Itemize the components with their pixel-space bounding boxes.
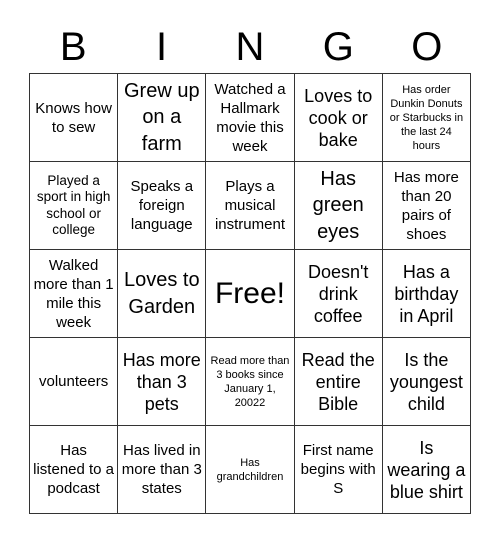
bingo-cell-text: Watched a Hallmark movie this week [214,80,286,155]
bingo-cell[interactable]: Walked more than 1 mile this week [30,250,119,338]
bingo-cell-text: Read more than 3 books since January 1, … [210,354,290,409]
bingo-cell[interactable]: Has grandchildren [206,426,295,514]
bingo-cell-text: Has more than 3 pets [122,349,201,414]
bingo-cell[interactable]: Speaks a foreign language [118,162,207,250]
bingo-cell[interactable]: Is the youngest child [382,338,471,426]
bingo-cell[interactable]: Read the entire Bible [294,338,383,426]
bingo-cell[interactable]: Has order Dunkin Donuts or Starbucks in … [382,74,471,162]
bingo-cell-text: Has order Dunkin Donuts or Starbucks in … [389,83,464,152]
bingo-cell-free[interactable]: Free! [206,250,295,338]
free-space-label: Free! [214,276,285,310]
header-letter-n: N [235,25,265,69]
bingo-cell-text: volunteers [38,373,109,390]
bingo-cell[interactable]: First name begins with S [294,426,383,514]
bingo-cell-text: Knows how to sew [35,99,112,136]
bingo-cell[interactable]: Is wearing a blue shirt [382,426,471,514]
bingo-cell-text: Walked more than 1 mile this week [33,256,114,331]
bingo-cell-text: Has a birthday in April [394,261,459,326]
bingo-cell-text: Has listened to a podcast [33,442,115,497]
bingo-cell-text: Doesn't drink coffee [307,261,369,326]
bingo-cell-text: Played a sport in high school or college [36,172,111,238]
bingo-cell[interactable]: Has more than 3 pets [118,338,207,426]
bingo-cell-text: Has green eyes [312,167,364,243]
bingo-cell-text: Read the entire Bible [301,349,375,414]
bingo-cell-text: Speaks a foreign language [130,178,194,233]
bingo-cell[interactable]: Doesn't drink coffee [294,250,383,338]
bingo-cell[interactable]: Has a birthday in April [382,250,471,338]
bingo-cell[interactable]: Has lived in more than 3 states [118,426,207,514]
bingo-cell-text: First name begins with S [300,442,376,497]
bingo-grid: Knows how to sew Grew up on a farm Watched… [29,73,471,514]
bingo-cell[interactable]: Read more than 3 books since January 1, … [206,338,295,426]
bingo-cell[interactable]: Has more than 20 pairs of shoes [382,162,471,250]
header-letter-g: G [322,25,354,69]
bingo-cell-text: Has lived in more than 3 states [121,442,202,497]
bingo-cell-text: Plays a musical instrument [214,178,285,233]
header-letter-b: B [59,25,87,69]
bingo-cell-text: Has grandchildren [216,456,284,483]
header-letter-o: O [411,25,443,69]
bingo-cell[interactable]: volunteers [30,338,119,426]
bingo-cell-text: Has more than 20 pairs of shoes [393,168,459,243]
bingo-cell-text: Is the youngest child [389,349,463,414]
bingo-cell[interactable]: Loves to Garden [118,250,207,338]
bingo-cell-text: Loves to cook or bake [304,85,373,150]
bingo-header: B I N G O [29,22,471,72]
bingo-cell[interactable]: Watched a Hallmark movie this week [206,74,295,162]
bingo-cell[interactable]: Plays a musical instrument [206,162,295,250]
bingo-cell[interactable]: Loves to cook or bake [294,74,383,162]
bingo-cell[interactable]: Has listened to a podcast [30,426,119,514]
bingo-cell[interactable]: Knows how to sew [30,74,119,162]
bingo-cell-text: Loves to Garden [123,269,200,318]
header-letter-i: I [156,25,168,69]
bingo-cell[interactable]: Played a sport in high school or college [30,162,119,250]
bingo-cell[interactable]: Grew up on a farm [118,74,207,162]
bingo-cell[interactable]: Has green eyes [294,162,383,250]
bingo-cell-text: Is wearing a blue shirt [387,437,466,502]
bingo-cell-text: Grew up on a farm [123,79,200,155]
